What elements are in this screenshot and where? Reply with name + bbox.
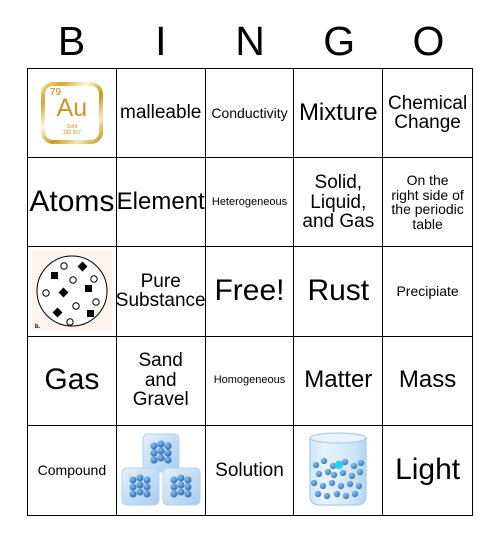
bingo-cell-label: Mixture bbox=[298, 98, 378, 126]
bingo-cell-i5[interactable] bbox=[117, 425, 206, 515]
bingo-cell-o2[interactable]: On the right side of the periodic table bbox=[383, 158, 472, 248]
bingo-cell-i2[interactable]: Element bbox=[116, 158, 206, 248]
bingo-cell-label: malleable bbox=[120, 102, 202, 124]
ice-cubes-solid-state-illustration-icon bbox=[119, 430, 203, 510]
bingo-cell-g3[interactable]: Rust bbox=[294, 247, 384, 337]
header-letter-g: G bbox=[323, 17, 356, 64]
bingo-cell-n4[interactable]: Homogeneous bbox=[205, 336, 295, 426]
bingo-cell-b3[interactable]: b. bbox=[28, 247, 117, 337]
beaker-with-particles-illustration-icon bbox=[298, 430, 378, 510]
bingo-cell-label: Pure Substance bbox=[116, 270, 206, 312]
bingo-cell-o1[interactable]: Chemical Change bbox=[383, 69, 472, 159]
bingo-cell-label: Solid, Liquid, and Gas bbox=[302, 171, 375, 233]
bingo-cell-label: Mass bbox=[398, 366, 457, 394]
bingo-cell-n2[interactable]: Heterogeneous bbox=[205, 158, 295, 248]
bingo-cell-label: Free! bbox=[214, 274, 285, 308]
header-letter-n: N bbox=[235, 17, 265, 64]
bingo-cell-label: Homogeneous bbox=[213, 374, 286, 387]
heterogeneous-mixture-particle-diagram-icon: b. bbox=[31, 251, 112, 332]
bingo-cell-o5[interactable]: Light bbox=[383, 426, 472, 515]
bingo-card: B I N G O 79 Au Gold 196.967 malleable C… bbox=[0, 0, 500, 544]
bingo-cell-label: Light bbox=[395, 452, 461, 486]
bingo-cell-label: Conductivity bbox=[211, 104, 288, 121]
header-letter-b: B bbox=[57, 17, 86, 64]
periodic-element-gold-tile-icon: 79 Au Gold 196.967 bbox=[40, 82, 103, 145]
bingo-cell-label: Chemical Change bbox=[387, 92, 468, 134]
bingo-cell-n5[interactable]: Solution bbox=[206, 425, 295, 515]
bingo-grid: 79 Au Gold 196.967 malleable Conductivit… bbox=[27, 68, 473, 516]
bingo-cell-o3[interactable]: Precipiate bbox=[383, 247, 472, 337]
bingo-cell-o4[interactable]: Mass bbox=[383, 337, 472, 426]
bingo-cell-g1[interactable]: Mixture bbox=[294, 69, 384, 159]
header-letter-o: O bbox=[412, 17, 445, 64]
bingo-header: B I N G O bbox=[27, 14, 473, 68]
header-letter-i: I bbox=[155, 17, 167, 64]
bingo-cell-b2[interactable]: Atoms bbox=[28, 158, 117, 248]
element-atomic-mass: 196.967 bbox=[62, 130, 81, 137]
bingo-cell-label: Element bbox=[116, 187, 205, 215]
bingo-cell-label: Sand and Gravel bbox=[132, 350, 189, 411]
bingo-cell-label: Precipiate bbox=[396, 283, 459, 300]
bingo-cell-g4[interactable]: Matter bbox=[294, 336, 384, 426]
element-symbol: Au bbox=[56, 93, 88, 122]
bingo-cell-n3-free[interactable]: Free! bbox=[205, 247, 295, 337]
bingo-cell-label: Compound bbox=[37, 462, 107, 479]
bingo-cell-i4[interactable]: Sand and Gravel bbox=[116, 336, 206, 426]
bingo-cell-i3[interactable]: Pure Substance bbox=[116, 247, 206, 337]
bingo-cell-i1[interactable]: malleable bbox=[116, 69, 206, 159]
bingo-cell-g2[interactable]: Solid, Liquid, and Gas bbox=[294, 158, 384, 248]
figure-label: b. bbox=[34, 324, 41, 331]
bingo-cell-label: Rust bbox=[307, 274, 370, 308]
bingo-cell-g5[interactable] bbox=[294, 425, 384, 515]
bingo-cell-label: On the right side of the periodic table bbox=[391, 172, 464, 232]
bingo-cell-label: Heterogeneous bbox=[211, 195, 288, 208]
bingo-cell-b1[interactable]: 79 Au Gold 196.967 bbox=[28, 69, 117, 159]
bingo-cell-label: Matter bbox=[304, 366, 373, 394]
element-atomic-number: 79 bbox=[49, 87, 62, 99]
bingo-cell-b4[interactable]: Gas bbox=[28, 336, 117, 426]
bingo-cell-label: Gas bbox=[44, 363, 100, 397]
bingo-cell-n1[interactable]: Conductivity bbox=[205, 69, 295, 159]
bingo-cell-label: Atoms bbox=[29, 184, 115, 218]
bingo-cell-label: Solution bbox=[215, 459, 284, 481]
bingo-cell-b5[interactable]: Compound bbox=[28, 425, 117, 515]
